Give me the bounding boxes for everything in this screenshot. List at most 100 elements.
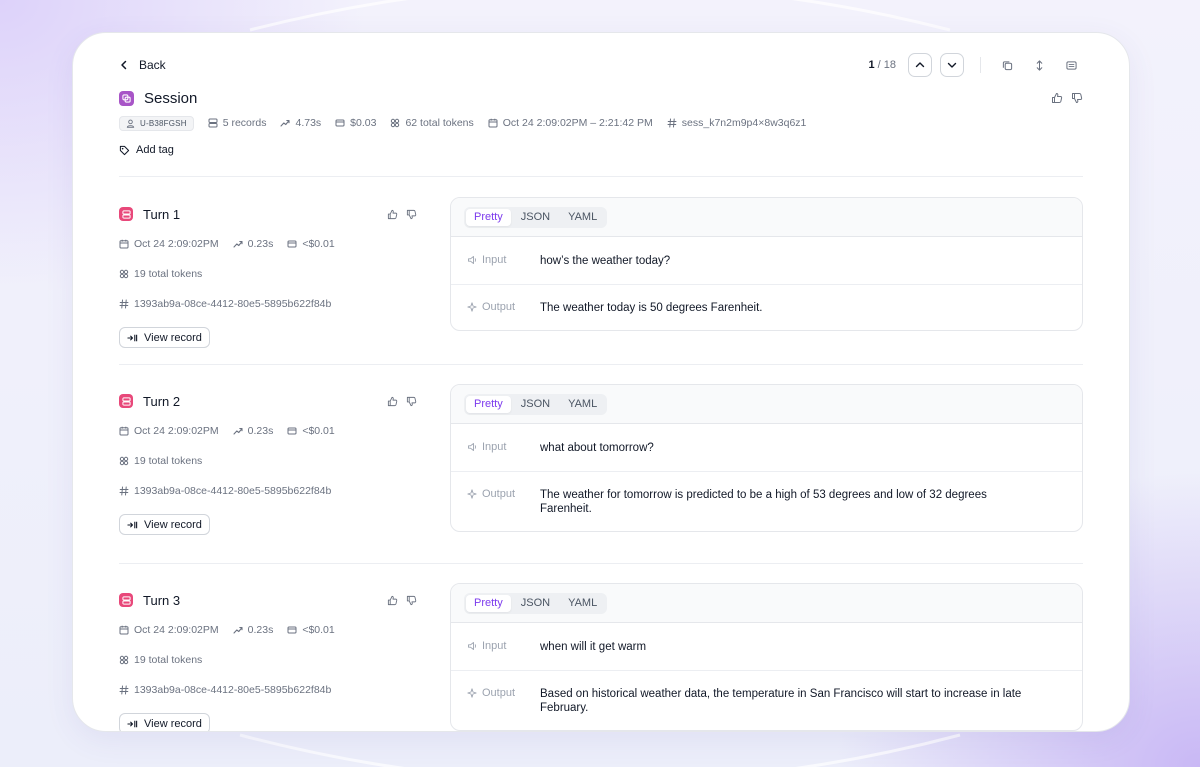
output-text: The weather today is 50 degrees Farenhei…	[540, 302, 763, 314]
thumbs-down-icon[interactable]	[1071, 92, 1083, 104]
panel-icon	[1065, 60, 1077, 70]
thumbs-down-icon[interactable]	[406, 209, 417, 220]
session-meta: U-B38FGSH 5 records 4.73s $0.03 62 total…	[119, 115, 1083, 131]
sparkle-icon	[467, 688, 477, 698]
sparkle-icon	[467, 489, 477, 499]
turn-time: Oct 24 2:09:02PM	[134, 624, 219, 636]
input-row: Input when will it get warm	[451, 623, 1082, 671]
output-row: Output The weather today is 50 degrees F…	[451, 285, 1082, 330]
hash-icon	[119, 486, 129, 496]
hash-icon	[119, 299, 129, 309]
turn-time: Oct 24 2:09:02PM	[134, 425, 219, 437]
turn-time: Oct 24 2:09:02PM	[134, 238, 219, 250]
output-text: The weather for tomorrow is predicted to…	[540, 489, 987, 515]
turn-latency: 0.23s	[247, 238, 274, 250]
tab-json[interactable]: JSON	[513, 396, 558, 413]
session-header: Session U-B38FGSH 5 records 4.73s $0.03	[119, 87, 1083, 157]
turn-meta: Oct 24 2:09:02PM 0.23s <$0.01	[119, 237, 419, 251]
thumbs-up-icon[interactable]	[1051, 92, 1063, 104]
records-count: 5 records	[208, 117, 266, 129]
thumbs-down-icon[interactable]	[406, 595, 417, 606]
card-icon	[287, 427, 297, 435]
hash-icon	[119, 685, 129, 695]
card-icon	[287, 240, 297, 248]
thumbs-up-icon[interactable]	[387, 595, 398, 606]
page-title: Session	[144, 89, 198, 107]
session-detail-card: Back 1 / 18 Session U-B38FGSH 5 records …	[72, 32, 1130, 732]
sparkle-icon	[467, 302, 477, 312]
thumbs-down-icon[interactable]	[406, 396, 417, 407]
next-button[interactable]	[940, 53, 964, 77]
trend-icon	[233, 626, 243, 634]
speaker-icon	[468, 256, 477, 264]
input-text: how’s the weather today?	[540, 255, 671, 267]
record-id: 1393ab9a-08ce-4412-80e5-5895b622f84b	[134, 298, 332, 310]
card-icon	[335, 119, 345, 127]
back-button[interactable]: Back	[119, 58, 166, 72]
tab-json[interactable]: JSON	[513, 209, 558, 226]
header-divider	[119, 176, 1083, 177]
thumbs-up-icon[interactable]	[387, 209, 398, 220]
calendar-icon	[119, 239, 129, 249]
input-text: when will it get warm	[540, 641, 647, 653]
calendar-icon	[119, 625, 129, 635]
chevron-down-icon	[947, 62, 957, 68]
output-row: Output The weather for tomorrow is predi…	[451, 472, 1082, 531]
speaker-icon	[468, 443, 477, 451]
turn-title: Turn 2	[143, 393, 181, 409]
trend-icon	[233, 240, 243, 248]
panel-toggle-button[interactable]	[1059, 53, 1083, 77]
session-id: sess_k7n2m9p4×8w3q6z1	[667, 117, 806, 129]
record-id: 1393ab9a-08ce-4412-80e5-5895b622f84b	[134, 485, 332, 497]
pager: 1 / 18	[868, 53, 1083, 77]
records-icon	[208, 118, 218, 128]
add-tag-button[interactable]: Add tag	[119, 143, 181, 157]
turn-tokens: 19 total tokens	[134, 268, 203, 280]
view-record-button[interactable]: View record	[119, 514, 210, 535]
input-text: what about tomorrow?	[540, 442, 654, 454]
tokens-icon	[119, 655, 129, 665]
output-row: Output Based on historical weather data,…	[451, 671, 1082, 730]
turn-latency: 0.23s	[247, 624, 274, 636]
tab-yaml[interactable]: YAML	[560, 396, 605, 413]
turn-divider	[119, 563, 1083, 564]
view-record-icon	[127, 334, 138, 341]
tag-icon	[119, 145, 130, 155]
record-id: 1393ab9a-08ce-4412-80e5-5895b622f84b	[134, 684, 332, 696]
session-feedback	[1051, 92, 1083, 104]
expand-button[interactable]	[1027, 53, 1051, 77]
add-tag-label: Add tag	[136, 144, 174, 156]
view-record-button[interactable]: View record	[119, 327, 210, 348]
page-total: / 18	[877, 59, 896, 71]
page-current: 1	[868, 59, 875, 71]
turn-detail-panel: Pretty JSON YAML Input when will it get …	[450, 583, 1083, 731]
user-id: U-B38FGSH	[140, 118, 187, 128]
turn-detail-panel: Pretty JSON YAML Input what about tomorr…	[450, 384, 1083, 532]
chevron-left-icon	[121, 60, 127, 70]
chevron-up-icon	[915, 62, 925, 68]
cost: $0.03	[335, 117, 376, 129]
tab-json[interactable]: JSON	[513, 595, 558, 612]
trend-icon	[280, 119, 291, 127]
tab-pretty[interactable]: Pretty	[466, 594, 511, 612]
tab-yaml[interactable]: YAML	[560, 595, 605, 612]
turn-icon	[119, 394, 133, 408]
tab-yaml[interactable]: YAML	[560, 209, 605, 226]
copy-icon	[1002, 60, 1012, 70]
turn-meta: Oct 24 2:09:02PM 0.23s <$0.01	[119, 424, 419, 438]
speaker-icon	[468, 642, 477, 650]
thumbs-up-icon[interactable]	[387, 396, 398, 407]
user-badge[interactable]: U-B38FGSH	[119, 115, 194, 131]
input-row: Input what about tomorrow?	[451, 424, 1082, 472]
copy-button[interactable]	[995, 53, 1019, 77]
view-record-button[interactable]: View record	[119, 713, 210, 731]
back-label: Back	[139, 58, 166, 72]
card-icon	[287, 626, 297, 634]
user-icon	[126, 119, 135, 128]
tab-pretty[interactable]: Pretty	[466, 208, 511, 226]
trend-icon	[233, 427, 243, 435]
turn-detail-panel: Pretty JSON YAML Input how’s the weather…	[450, 197, 1083, 331]
previous-button[interactable]	[908, 53, 932, 77]
turn-divider	[119, 364, 1083, 365]
tab-pretty[interactable]: Pretty	[466, 395, 511, 413]
